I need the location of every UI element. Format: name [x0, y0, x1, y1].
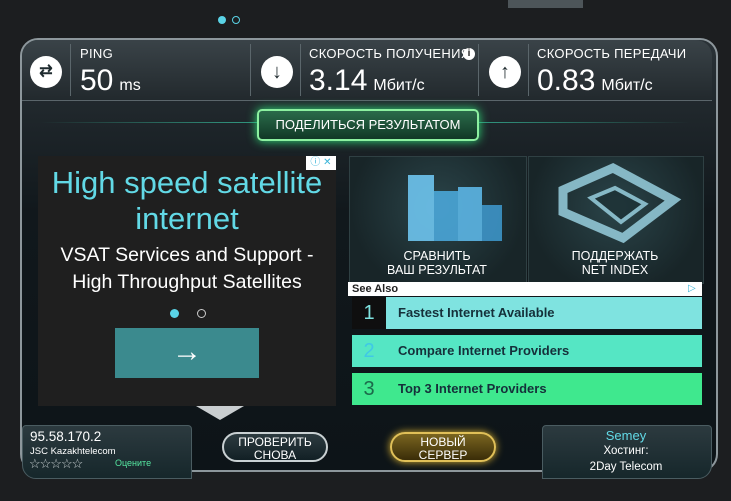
carousel-pager — [218, 11, 246, 29]
item-text: Top 3 Internet Providers — [398, 381, 547, 396]
see-also-item[interactable]: 3 Top 3 Internet Providers — [352, 373, 702, 405]
host-name: 2Day Telecom — [589, 461, 663, 473]
divider — [528, 44, 529, 96]
retest-line2: СНОВА — [253, 448, 297, 462]
see-also-label: See Also — [352, 283, 399, 295]
divider — [478, 44, 479, 96]
ad-subline[interactable]: VSAT Services and Support - High Through… — [38, 242, 336, 296]
upload-unit: Мбит/с — [601, 77, 653, 94]
download-label: СКОРОСТЬ ПОЛУЧЕНИЯ — [309, 46, 471, 61]
top-tab — [508, 0, 583, 8]
divider — [300, 44, 301, 96]
upload-arrow-icon: ↑ — [489, 56, 521, 88]
item-number: 1 — [352, 297, 386, 329]
ping-readout: 50 ms — [80, 64, 141, 98]
item-number: 2 — [363, 340, 375, 362]
support-line1: ПОДДЕРЖАТЬ — [571, 249, 659, 263]
item-number: 3 — [363, 378, 375, 400]
new-server-button[interactable]: НОВЫЙ СЕРВЕР — [390, 432, 496, 462]
netindex-logo-icon — [558, 163, 682, 244]
retest-button[interactable]: ПРОВЕРИТЬ СНОВА — [222, 432, 328, 462]
download-readout: 3.14 Мбит/с — [309, 64, 425, 98]
ping-unit: ms — [119, 77, 141, 94]
ad-headline[interactable]: High speed satellite internet — [38, 165, 336, 237]
download-unit: Мбит/с — [373, 77, 425, 94]
ad-next-button[interactable]: → — [115, 328, 259, 378]
download-arrow-icon: ↓ — [261, 56, 293, 88]
ping-label: PING — [80, 46, 113, 61]
rate-label[interactable]: Оцените — [115, 458, 151, 468]
info-icon[interactable]: i — [463, 48, 475, 60]
pager-dot[interactable] — [232, 16, 240, 24]
divider — [70, 44, 71, 96]
ping-value: 50 — [80, 64, 114, 97]
see-also-item[interactable]: 1 Fastest Internet Available — [352, 297, 702, 329]
see-also-item[interactable]: 2 Compare Internet Providers — [352, 335, 702, 367]
divider — [250, 44, 251, 96]
support-line2: NET INDEX — [581, 263, 649, 277]
ad-pager-dot[interactable] — [197, 309, 206, 318]
compare-line1: СРАВНИТЬ — [403, 249, 471, 263]
host-label: Хостинг: — [603, 445, 649, 457]
download-value: 3.14 — [309, 64, 368, 97]
adchoices-icon[interactable]: ⓘ ✕ — [306, 156, 336, 170]
see-also-header — [348, 282, 702, 296]
compare-result-label[interactable]: СРАВНИТЬ ВАШ РЕЗУЛЬТАТ — [349, 249, 525, 277]
server-city: Semey — [605, 428, 647, 443]
rating-stars[interactable]: ☆☆☆☆☆ — [29, 456, 83, 472]
ad-pager — [170, 305, 224, 323]
share-result-button[interactable]: ПОДЕЛИТЬСЯ РЕЗУЛЬТАТОМ — [257, 109, 479, 141]
upload-label: СКОРОСТЬ ПЕРЕДАЧИ — [537, 46, 687, 61]
item-text: Compare Internet Providers — [398, 343, 570, 358]
ad-pager-dot-active[interactable] — [170, 309, 179, 318]
ad-pointer — [196, 406, 244, 420]
ping-icon: ⇄ — [30, 56, 62, 88]
upload-readout: 0.83 Мбит/с — [537, 64, 653, 98]
new-server-line2: СЕРВЕР — [418, 448, 468, 462]
item-text: Fastest Internet Available — [398, 305, 555, 320]
pager-dot-active[interactable] — [218, 16, 226, 24]
support-netindex-label[interactable]: ПОДДЕРЖАТЬ NET INDEX — [528, 249, 702, 277]
ip-address: 95.58.170.2 — [30, 429, 102, 444]
upload-value: 0.83 — [537, 64, 596, 97]
compare-line2: ВАШ РЕЗУЛЬТАТ — [387, 263, 487, 277]
bar-chart-icon — [408, 175, 502, 241]
adchoices-icon[interactable]: ▷ — [688, 283, 700, 295]
